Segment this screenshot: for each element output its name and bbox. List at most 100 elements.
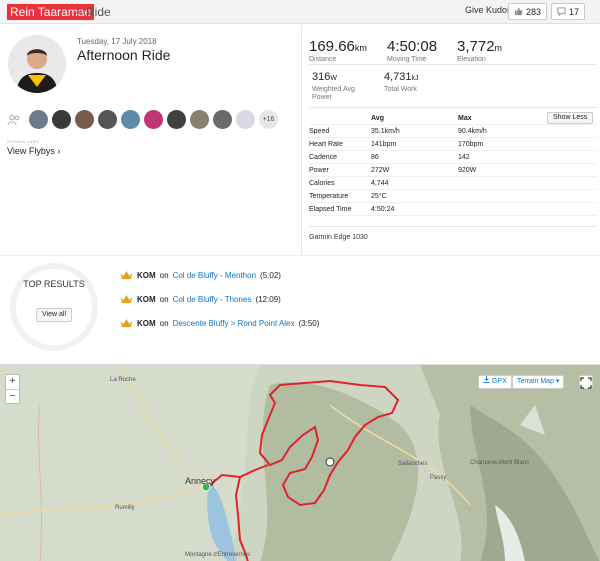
rider-avatar[interactable] (98, 110, 117, 129)
elevation-stat: 3,772m (457, 38, 503, 55)
activity-date: Tuesday, 17 July 2018 (77, 37, 157, 46)
achievement-on: on (159, 318, 169, 328)
segment-link[interactable]: Descente Bluffy > Rond Point Alex (173, 319, 295, 328)
map-place-label: Chamonix-Mont Blanc (470, 460, 530, 466)
activity-type-label: – Ride (76, 5, 111, 19)
table-row: Calories 4,744 (309, 177, 597, 190)
activity-title: Afternoon Ride (77, 47, 171, 63)
download-icon (483, 376, 490, 383)
segment-time: (5:02) (260, 270, 281, 280)
achievement-badge: KOM (137, 294, 156, 304)
distance-label: Distance (309, 56, 337, 63)
map-place-label: Annecy (185, 476, 216, 486)
zoom-in-button[interactable]: + (6, 375, 19, 389)
moving-time-stat: 4:50:08 (387, 38, 438, 55)
achievement-item: KOM on Col de Bluffy - Thones (12:09) (120, 294, 281, 304)
show-less-button[interactable]: Show Less (547, 112, 594, 124)
crown-icon (121, 295, 132, 303)
row-avg: 4:50:24 (371, 206, 395, 213)
rider-avatar[interactable] (167, 110, 186, 129)
total-work-label: Total Work (384, 86, 417, 93)
row-max: 142 (458, 154, 470, 161)
row-max: 90.4km/h (458, 128, 487, 135)
moving-time-label: Moving Time (387, 56, 427, 63)
weighted-power-stat: 316W (312, 71, 337, 83)
view-flybys-link[interactable]: View Flybys › (7, 146, 60, 156)
strava-labs-label: STRAVA LABS (7, 139, 40, 144)
table-row: Cadence 86 142 (309, 151, 597, 164)
rider-avatar[interactable] (144, 110, 163, 129)
map-place-label: Montagne d'Entrevernes (185, 552, 251, 558)
rider-avatar[interactable] (29, 110, 48, 129)
divider (309, 107, 597, 108)
segment-time: (3:50) (298, 318, 320, 328)
row-avg: 86 (371, 154, 379, 161)
group-riders-list: +16 (29, 110, 278, 129)
top-results-label: TOP RESULTS (23, 279, 85, 289)
row-label: Elapsed Time (309, 206, 352, 213)
table-row: Temperature 25°C (309, 190, 597, 203)
achievement-on: on (159, 270, 169, 280)
thumbs-up-icon (514, 7, 523, 16)
rider-avatar[interactable] (236, 110, 255, 129)
map-place-label: La Roche (110, 377, 136, 383)
table-row: Speed 35.1km/h 90.4km/h (309, 125, 597, 138)
zoom-control: + − (5, 374, 20, 404)
crown-icon (121, 319, 132, 327)
table-row: Power 272W 920W (309, 164, 597, 177)
achievement-badge: KOM (137, 318, 156, 328)
divider (309, 226, 597, 227)
achievement-on: on (159, 294, 169, 304)
map-type-select[interactable]: Terrain Map ▾ (512, 375, 565, 389)
rider-avatar[interactable] (190, 110, 209, 129)
map-place-label: Sallanches (398, 461, 428, 467)
comments-button[interactable]: 17 (551, 3, 586, 20)
map-place-label: Rumilly (115, 505, 135, 511)
avg-header: Avg (371, 115, 384, 122)
kudos-count: 283 (526, 6, 542, 17)
rider-avatar[interactable] (52, 110, 71, 129)
gpx-download-button[interactable]: GPX (478, 375, 512, 389)
row-label: Cadence (309, 154, 338, 161)
row-avg: 4,744 (371, 180, 389, 187)
athlete-photo (8, 35, 66, 93)
row-label: Speed (309, 128, 330, 135)
finish-marker[interactable] (325, 457, 335, 467)
row-avg: 25°C (371, 193, 387, 200)
row-avg: 272W (371, 167, 390, 174)
comment-icon (557, 7, 566, 16)
view-all-button[interactable]: View all (36, 308, 72, 322)
give-kudos-label: Give Kudos (465, 5, 512, 15)
rider-avatar[interactable] (213, 110, 232, 129)
max-header: Max (458, 115, 472, 122)
row-avg: 35.1km/h (371, 128, 400, 135)
table-row: Elapsed Time 4:50:24 (309, 203, 597, 216)
total-work-stat: 4,731kJ (384, 71, 419, 83)
rider-avatar[interactable] (121, 110, 140, 129)
achievement-badge: KOM (137, 270, 156, 280)
achievement-item: KOM on Descente Bluffy > Rond Point Alex… (120, 318, 319, 328)
more-riders-badge[interactable]: +16 (259, 110, 278, 129)
fullscreen-button[interactable] (579, 375, 593, 389)
activity-header: Rein Taaramae – Ride Give Kudos 283 17 (0, 0, 600, 24)
group-riders-icon (7, 114, 20, 126)
athlete-avatar[interactable] (8, 35, 66, 93)
kudos-button[interactable]: 283 (508, 3, 548, 20)
device-name: Garmin Edge 1030 (309, 234, 368, 241)
segment-link[interactable]: Col de Bluffy - Menthon (173, 271, 256, 280)
route-map[interactable]: + − GPX Terrain Map ▾ La Roche Annecy Ru… (0, 364, 600, 561)
rider-avatar[interactable] (75, 110, 94, 129)
elevation-label: Elevation (457, 56, 486, 63)
top-results-ring (10, 263, 98, 351)
crown-icon (121, 271, 132, 279)
row-label: Calories (309, 180, 335, 187)
weighted-power-label: Weighted Avg Power (312, 86, 355, 101)
segment-link[interactable]: Col de Bluffy - Thones (173, 295, 252, 304)
divider (309, 64, 597, 65)
expand-icon (580, 377, 592, 389)
zoom-out-button[interactable]: − (6, 389, 19, 403)
stats-table: Avg Max Speed 35.1km/h 90.4km/h Heart Ra… (309, 112, 597, 216)
divider (0, 255, 600, 256)
stats-divider (301, 25, 302, 255)
gpx-label: GPX (491, 378, 507, 385)
